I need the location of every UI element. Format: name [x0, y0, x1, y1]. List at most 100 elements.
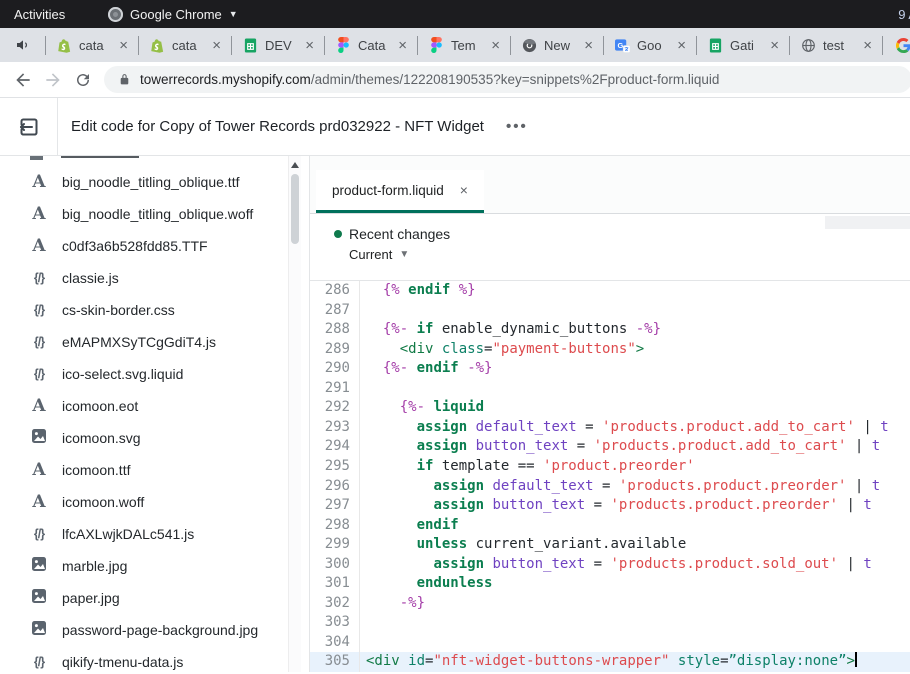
code-editor-panel: product-form.liquid × Recent changes Cur…: [310, 156, 910, 672]
code-line[interactable]: endif: [360, 516, 910, 536]
lock-icon: [118, 73, 131, 86]
file-item[interactable]: paper.jpg: [0, 582, 309, 614]
file-item[interactable]: {/}ico-select.svg.liquid: [0, 358, 309, 390]
line-number: 300: [310, 555, 360, 575]
browser-tab[interactable]: test×: [790, 28, 882, 62]
file-item[interactable]: Aicomoon.woff: [0, 486, 309, 518]
tab-close-icon[interactable]: ×: [677, 38, 686, 53]
tab-close-icon[interactable]: ×: [770, 38, 779, 53]
file-item[interactable]: Abig_noodle_titling_oblique.woff: [0, 198, 309, 230]
audio-speaker-icon[interactable]: [0, 28, 45, 62]
browser-tab-strip: cata×cata×DEV×Cata×Tem×New×GGoo×Gati×tes…: [0, 28, 910, 62]
file-item[interactable]: {/}eMAPMXSyTCgGdiT4.js: [0, 326, 309, 358]
code-line-row: 286 {% endif %}: [310, 281, 910, 301]
version-dropdown[interactable]: Current ▼: [349, 247, 910, 262]
code-lines: 286 {% endif %}287288 {%- if enable_dyna…: [310, 281, 910, 672]
file-item[interactable]: {/}lfcAXLwjkDALc541.js: [0, 518, 309, 550]
tab-close-icon[interactable]: ×: [305, 38, 314, 53]
file-item[interactable]: {/}classie.js: [0, 262, 309, 294]
browser-tab[interactable]: Cata×: [325, 28, 417, 62]
browser-tab[interactable]: [883, 28, 910, 62]
image-file-icon: [28, 620, 50, 641]
line-number: 298: [310, 516, 360, 536]
tab-close-icon[interactable]: ×: [119, 38, 128, 53]
code-line[interactable]: [360, 301, 910, 321]
code-line[interactable]: unless current_variant.available: [360, 535, 910, 555]
font-file-icon: A: [28, 396, 50, 416]
code-line[interactable]: {%- endif -%}: [360, 359, 910, 379]
code-line[interactable]: -%}: [360, 594, 910, 614]
line-number: 303: [310, 613, 360, 633]
reload-button[interactable]: [68, 65, 98, 95]
file-item[interactable]: {/}cs-skin-border.css: [0, 294, 309, 326]
code-line[interactable]: [360, 613, 910, 633]
code-line-row: 303: [310, 613, 910, 633]
file-item[interactable]: password-page-background.jpg: [0, 614, 309, 646]
line-number: 291: [310, 379, 360, 399]
code-file-icon: {/}: [28, 527, 50, 541]
file-name: marble.jpg: [62, 558, 127, 574]
code-line[interactable]: [360, 633, 910, 653]
exit-editor-button[interactable]: [0, 98, 57, 155]
browser-tab[interactable]: Gati×: [697, 28, 789, 62]
tab-close-icon[interactable]: ×: [212, 38, 221, 53]
code-line[interactable]: [360, 379, 910, 399]
file-item[interactable]: Aicomoon.ttf: [0, 454, 309, 486]
browser-tab[interactable]: GGoo×: [604, 28, 696, 62]
file-item[interactable]: Abig_noodle_titling_oblique.ttf: [0, 166, 309, 198]
line-number: 302: [310, 594, 360, 614]
file-item[interactable]: Aicomoon.eot: [0, 390, 309, 422]
browser-tab[interactable]: cata×: [139, 28, 231, 62]
line-number: 304: [310, 633, 360, 653]
code-line[interactable]: {% endif %}: [360, 281, 910, 301]
more-actions-button[interactable]: •••: [506, 118, 528, 135]
code-line-row: 289 <div class="payment-buttons">: [310, 340, 910, 360]
code-line[interactable]: endunless: [360, 574, 910, 594]
code-line[interactable]: assign button_text = 'products.product.a…: [360, 437, 910, 457]
code-line[interactable]: assign button_text = 'products.product.p…: [360, 496, 910, 516]
scroll-up-icon[interactable]: [291, 162, 299, 168]
font-file-icon: A: [28, 460, 50, 480]
code-line[interactable]: <div id="nft-widget-buttons-wrapper" sty…: [360, 652, 910, 672]
close-icon[interactable]: ×: [460, 182, 468, 198]
app-menu-button[interactable]: Google Chrome ▼: [108, 0, 238, 28]
url-bar[interactable]: towerrecords.myshopify.com/admin/themes/…: [104, 66, 910, 93]
tab-close-icon[interactable]: ×: [584, 38, 593, 53]
code-line[interactable]: assign button_text = 'products.product.s…: [360, 555, 910, 575]
sidebar-scrollbar[interactable]: [288, 156, 301, 672]
browser-tab[interactable]: New×: [511, 28, 603, 62]
tab-close-icon[interactable]: ×: [491, 38, 500, 53]
editor-tab-active[interactable]: product-form.liquid ×: [316, 170, 484, 213]
image-file-icon: [28, 588, 50, 609]
file-name: password-page-background.jpg: [62, 622, 258, 638]
scrollbar-thumb[interactable]: [291, 174, 299, 244]
code-line[interactable]: if template == 'product.preorder': [360, 457, 910, 477]
code-line[interactable]: <div class="payment-buttons">: [360, 340, 910, 360]
activities-button[interactable]: Activities: [0, 0, 79, 28]
file-item[interactable]: Ac0df3a6b528fdd85.TTF: [0, 230, 309, 262]
forward-button[interactable]: [38, 65, 68, 95]
browser-tab[interactable]: DEV×: [232, 28, 324, 62]
file-item[interactable]: {/}qikify-tmenu-data.js: [0, 646, 309, 672]
file-item[interactable]: icomoon.svg: [0, 422, 309, 454]
tab-close-icon[interactable]: ×: [863, 38, 872, 53]
back-button[interactable]: [8, 65, 38, 95]
code-line[interactable]: {%- liquid: [360, 398, 910, 418]
code-line[interactable]: {%- if enable_dynamic_buttons -%}: [360, 320, 910, 340]
file-name: c0df3a6b528fdd85.TTF: [62, 238, 208, 254]
code-line[interactable]: assign default_text = 'products.product.…: [360, 418, 910, 438]
file-name: icomoon.svg: [62, 430, 141, 446]
tab-list: cata×cata×DEV×Cata×Tem×New×GGoo×Gati×tes…: [46, 28, 910, 62]
figma-icon: [428, 37, 444, 53]
tab-close-icon[interactable]: ×: [398, 38, 407, 53]
code-line[interactable]: assign default_text = 'products.product.…: [360, 477, 910, 497]
tab-title: cata: [79, 38, 112, 53]
figma-icon: [335, 37, 351, 53]
chevron-down-icon: ▼: [399, 249, 409, 260]
browser-tab[interactable]: cata ×: [46, 28, 138, 62]
page-title: Edit code for Copy of Tower Records prd0…: [71, 118, 484, 135]
line-number: 296: [310, 477, 360, 497]
browser-tab[interactable]: Tem×: [418, 28, 510, 62]
file-item[interactable]: marble.jpg: [0, 550, 309, 582]
system-clock[interactable]: 9 A: [898, 0, 910, 28]
